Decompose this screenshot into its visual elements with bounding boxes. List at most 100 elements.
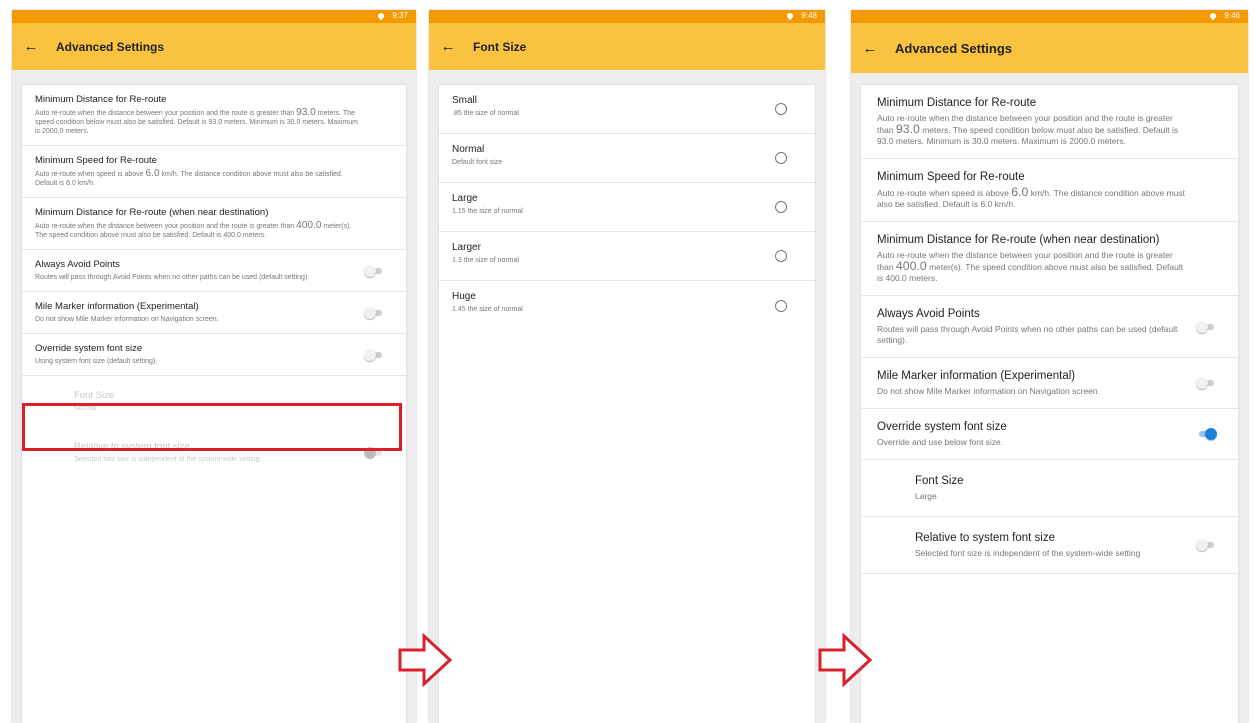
- app-bar: ← Advanced Settings: [12, 23, 416, 70]
- screen-advanced-settings-after: 9:46 ← Advanced Settings Minimum Distanc…: [851, 10, 1248, 723]
- setting-title: Minimum Distance for Re-route: [877, 97, 1037, 109]
- setting-title: Mile Marker information (Experimental): [877, 370, 1076, 382]
- font-size-options: Small .85 the size of normal Normal Defa…: [439, 85, 815, 723]
- option-label: Larger: [452, 242, 481, 253]
- option-desc: Default font size: [452, 159, 503, 166]
- status-time: 9:37: [392, 11, 408, 20]
- setting-desc: Do not show Mile Marker information on N…: [877, 386, 1100, 396]
- status-time: 9:48: [801, 11, 817, 20]
- setting-override-font-size[interactable]: Override system font size Override and u…: [861, 409, 1238, 460]
- setting-title: Always Avoid Points: [35, 259, 120, 270]
- setting-min-speed[interactable]: Minimum Speed for Re-route Auto re-route…: [22, 146, 406, 198]
- setting-title: Minimum Distance for Re-route (when near…: [877, 234, 1160, 246]
- right-arrow-icon: [398, 632, 453, 688]
- setting-desc: Large: [915, 491, 937, 501]
- relative-font-size-toggle: [364, 446, 384, 459]
- app-bar: ← Font Size: [429, 23, 825, 70]
- setting-mile-marker[interactable]: Mile Marker information (Experimental) D…: [861, 358, 1238, 409]
- setting-desc: Selected font size is independent of the…: [915, 548, 1141, 558]
- option-label: Small: [452, 95, 478, 106]
- setting-title: Mile Marker information (Experimental): [35, 301, 199, 312]
- page-title: Advanced Settings: [895, 40, 1013, 56]
- setting-min-speed[interactable]: Minimum Speed for Re-route Auto re-route…: [861, 159, 1238, 222]
- right-arrow-icon: [818, 632, 873, 688]
- setting-title: Minimum Distance for Re-route: [35, 94, 167, 105]
- setting-desc: Normal: [74, 405, 97, 412]
- setting-desc: Auto re-route when the distance between …: [877, 113, 1179, 146]
- option-huge[interactable]: Huge 1.45 the size of normal: [439, 281, 815, 330]
- option-normal[interactable]: Normal Default font size: [439, 134, 815, 183]
- setting-title: Minimum Distance for Re-route (when near…: [35, 207, 269, 218]
- option-desc: 1.3 the size of normal: [452, 257, 519, 264]
- setting-desc: Auto re-route when the distance between …: [35, 107, 358, 135]
- option-large[interactable]: Large 1.15 the size of normal: [439, 183, 815, 232]
- radio-button[interactable]: [775, 103, 787, 115]
- setting-desc: Auto re-route when speed is above 6.0 km…: [877, 185, 1186, 209]
- radio-button[interactable]: [775, 152, 787, 164]
- relative-font-size-toggle[interactable]: [1196, 539, 1216, 551]
- option-desc: 1.45 the size of normal: [452, 306, 523, 313]
- location-pin-icon: [786, 11, 795, 21]
- setting-title: Override system font size: [35, 343, 143, 354]
- setting-desc: Auto re-route when speed is above 6.0 km…: [35, 168, 343, 187]
- screen-font-size: 9:48 ← Font Size Small .85 the size of n…: [429, 10, 825, 723]
- setting-always-avoid-points[interactable]: Always Avoid Points Routes will pass thr…: [861, 296, 1238, 358]
- setting-desc: Auto re-route when the distance between …: [35, 220, 352, 239]
- status-bar: 9:37: [12, 10, 416, 23]
- option-label: Large: [452, 193, 478, 204]
- setting-title: Font Size: [74, 390, 115, 401]
- app-bar: ← Advanced Settings: [851, 23, 1248, 73]
- setting-desc: Using system font size (default setting)…: [35, 358, 158, 365]
- setting-min-distance-near-dest[interactable]: Minimum Distance for Re-route (when near…: [22, 198, 406, 250]
- setting-font-size[interactable]: Font Size Large: [861, 460, 1238, 517]
- setting-title: Override system font size: [877, 421, 1007, 433]
- page-title: Font Size: [473, 39, 527, 54]
- screen-advanced-settings-before: 9:37 ← Advanced Settings Minimum Distanc…: [12, 10, 416, 723]
- option-desc: .85 the size of normal: [452, 110, 519, 117]
- setting-desc: Do not show Mile Marker information on N…: [35, 316, 219, 323]
- setting-title: Minimum Speed for Re-route: [877, 171, 1025, 183]
- setting-min-distance[interactable]: Minimum Distance for Re-route Auto re-ro…: [22, 85, 406, 146]
- option-small[interactable]: Small .85 the size of normal: [439, 85, 815, 134]
- setting-title: Always Avoid Points: [877, 308, 980, 320]
- radio-button[interactable]: [775, 299, 787, 312]
- page-title: Advanced Settings: [56, 39, 165, 54]
- radio-button[interactable]: [775, 250, 787, 262]
- setting-desc: Selected font size is independent of the…: [74, 456, 260, 463]
- always-avoid-points-toggle[interactable]: [1196, 320, 1216, 333]
- status-bar: 9:48: [429, 10, 825, 23]
- status-bar: 9:46: [851, 10, 1248, 23]
- back-arrow-icon[interactable]: ←: [12, 38, 50, 55]
- back-arrow-icon[interactable]: ←: [851, 40, 889, 57]
- setting-title: Minimum Speed for Re-route: [35, 155, 157, 166]
- option-larger[interactable]: Larger 1.3 the size of normal: [439, 232, 815, 281]
- status-time: 9:46: [1224, 11, 1240, 20]
- setting-title: Relative to system font size: [915, 532, 1055, 544]
- settings-list: Minimum Distance for Re-route Auto re-ro…: [861, 85, 1238, 723]
- option-desc: 1.15 the size of normal: [452, 208, 523, 215]
- setting-font-size: Font Size Normal: [22, 376, 406, 427]
- override-font-size-toggle[interactable]: [1196, 428, 1217, 440]
- setting-desc: Routes will pass through Avoid Points wh…: [35, 274, 310, 281]
- setting-desc: Auto re-route when the distance between …: [877, 250, 1184, 283]
- back-arrow-icon[interactable]: ←: [429, 38, 467, 55]
- setting-relative-font-size: Relative to system font size Selected fo…: [22, 427, 406, 478]
- setting-min-distance[interactable]: Minimum Distance for Re-route Auto re-ro…: [861, 85, 1238, 159]
- always-avoid-points-toggle[interactable]: [364, 264, 384, 277]
- setting-title: Font Size: [915, 475, 964, 487]
- mile-marker-toggle[interactable]: [364, 306, 384, 319]
- setting-override-font-size[interactable]: Override system font size Using system f…: [22, 334, 406, 376]
- option-label: Normal: [452, 144, 485, 155]
- setting-mile-marker[interactable]: Mile Marker information (Experimental) D…: [22, 292, 406, 334]
- setting-always-avoid-points[interactable]: Always Avoid Points Routes will pass thr…: [22, 250, 406, 292]
- radio-button[interactable]: [775, 201, 787, 213]
- settings-list: Minimum Distance for Re-route Auto re-ro…: [22, 85, 406, 723]
- setting-min-distance-near-dest[interactable]: Minimum Distance for Re-route (when near…: [861, 222, 1238, 296]
- setting-title: Relative to system font size: [74, 441, 190, 452]
- mile-marker-toggle[interactable]: [1196, 377, 1216, 389]
- setting-desc: Override and use below font size.: [877, 437, 1004, 447]
- override-font-size-toggle[interactable]: [364, 348, 384, 361]
- location-pin-icon: [1209, 11, 1218, 21]
- setting-relative-font-size[interactable]: Relative to system font size Selected fo…: [861, 517, 1238, 574]
- setting-desc: Routes will pass through Avoid Points wh…: [877, 324, 1178, 345]
